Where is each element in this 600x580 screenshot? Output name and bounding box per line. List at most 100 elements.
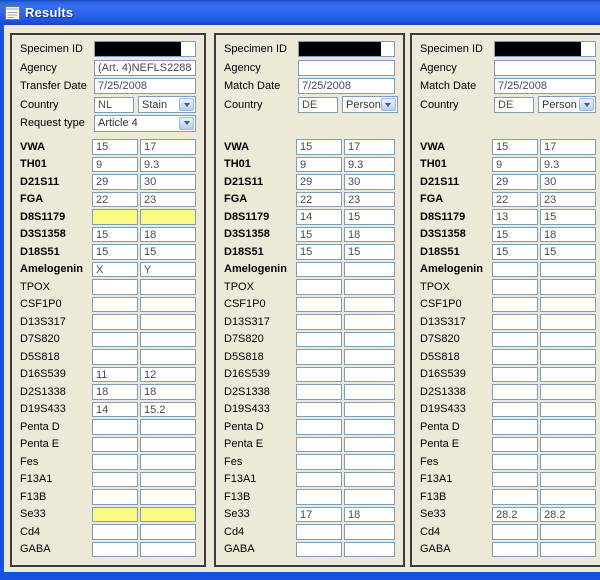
allele-field-1[interactable]: 15 [92,227,138,243]
allele-field-1[interactable] [492,367,538,383]
allele-field-2[interactable] [344,349,395,365]
allele-field-1[interactable]: 29 [492,174,538,190]
allele-field-2[interactable] [540,384,596,400]
combo-arrow-button[interactable] [179,117,194,130]
allele-field-2[interactable] [540,419,596,435]
allele-field-1[interactable]: 28.2 [492,507,538,523]
allele-field-2[interactable] [344,489,395,505]
allele-field-1[interactable]: 15 [492,227,538,243]
allele-field-2[interactable] [540,489,596,505]
allele-field-1[interactable] [296,454,342,470]
allele-field-2[interactable]: 9.3 [540,157,596,173]
allele-field-1[interactable] [296,279,342,295]
allele-field-1[interactable]: 15 [492,244,538,260]
allele-field-1[interactable] [492,349,538,365]
allele-field-2[interactable]: Y [140,262,196,278]
text-field[interactable]: (Art. 4)NEFLS2288 [94,60,196,76]
allele-field-2[interactable] [140,472,196,488]
allele-field-1[interactable] [296,367,342,383]
allele-field-2[interactable] [540,262,596,278]
allele-field-1[interactable] [492,384,538,400]
allele-field-1[interactable] [296,349,342,365]
allele-field-2[interactable] [344,402,395,418]
allele-field-1[interactable]: 9 [92,157,138,173]
allele-field-1[interactable]: 17 [296,507,342,523]
allele-field-2[interactable] [540,454,596,470]
allele-field-2[interactable] [344,332,395,348]
allele-field-1[interactable] [492,332,538,348]
allele-field-1[interactable] [92,524,138,540]
allele-field-1[interactable]: 14 [296,209,342,225]
country-code-field[interactable]: DE [494,97,534,113]
allele-field-2[interactable]: 18 [140,384,196,400]
allele-field-1[interactable] [92,542,138,558]
allele-field-2[interactable]: 23 [540,192,596,208]
allele-field-1[interactable] [296,314,342,330]
allele-field-2[interactable] [540,349,596,365]
combo-arrow-button[interactable] [579,98,594,111]
allele-field-1[interactable]: 15 [92,244,138,260]
request-type-combo[interactable]: Article 4 [94,115,196,132]
allele-field-2[interactable] [140,489,196,505]
allele-field-2[interactable] [344,454,395,470]
allele-field-1[interactable]: 9 [296,157,342,173]
allele-field-2[interactable] [540,367,596,383]
allele-field-2[interactable]: 12 [140,367,196,383]
allele-field-1[interactable]: 15 [92,139,138,155]
allele-field-2[interactable] [540,542,596,558]
allele-field-2[interactable] [540,402,596,418]
allele-field-1[interactable] [492,402,538,418]
country-code-field[interactable]: NL [94,97,134,113]
specimen-type-combo[interactable]: Person [538,96,596,113]
allele-field-1[interactable] [92,472,138,488]
allele-field-2[interactable] [140,524,196,540]
allele-field-2[interactable]: 15.2 [140,402,196,418]
allele-field-1[interactable] [492,437,538,453]
text-field[interactable] [298,60,395,76]
allele-field-1[interactable]: 15 [296,139,342,155]
allele-field-2[interactable] [140,332,196,348]
allele-field-2[interactable]: 15 [344,244,395,260]
allele-field-1[interactable]: 9 [492,157,538,173]
allele-field-1[interactable] [92,507,138,523]
allele-field-1[interactable] [296,384,342,400]
allele-field-1[interactable]: 22 [492,192,538,208]
text-field[interactable]: 7/25/2008 [494,78,596,94]
allele-field-2[interactable] [344,419,395,435]
allele-field-1[interactable] [296,542,342,558]
combo-arrow-button[interactable] [381,98,396,111]
allele-field-1[interactable]: 11 [92,367,138,383]
combo-arrow-button[interactable] [179,98,194,111]
allele-field-2[interactable]: 23 [344,192,395,208]
allele-field-1[interactable] [296,472,342,488]
allele-field-2[interactable]: 9.3 [344,157,395,173]
allele-field-2[interactable] [140,314,196,330]
allele-field-1[interactable] [492,262,538,278]
allele-field-1[interactable] [296,297,342,313]
allele-field-2[interactable] [344,314,395,330]
allele-field-1[interactable] [92,297,138,313]
allele-field-2[interactable]: 18 [344,507,395,523]
text-field[interactable] [494,60,596,76]
allele-field-1[interactable]: 29 [296,174,342,190]
allele-field-2[interactable] [140,349,196,365]
specimen-id-field[interactable] [94,41,196,57]
allele-field-2[interactable]: 28.2 [540,507,596,523]
allele-field-2[interactable] [344,472,395,488]
allele-field-2[interactable]: 15 [140,244,196,260]
allele-field-2[interactable]: 17 [344,139,395,155]
allele-field-2[interactable] [344,367,395,383]
allele-field-2[interactable]: 30 [140,174,196,190]
allele-field-1[interactable] [296,332,342,348]
allele-field-1[interactable] [92,437,138,453]
allele-field-1[interactable] [92,209,138,225]
allele-field-1[interactable] [296,419,342,435]
allele-field-1[interactable]: 14 [92,402,138,418]
allele-field-1[interactable] [492,472,538,488]
allele-field-2[interactable]: 9.3 [140,157,196,173]
allele-field-1[interactable]: 22 [92,192,138,208]
allele-field-1[interactable] [492,297,538,313]
allele-field-2[interactable] [540,332,596,348]
allele-field-1[interactable] [92,279,138,295]
allele-field-1[interactable] [492,454,538,470]
